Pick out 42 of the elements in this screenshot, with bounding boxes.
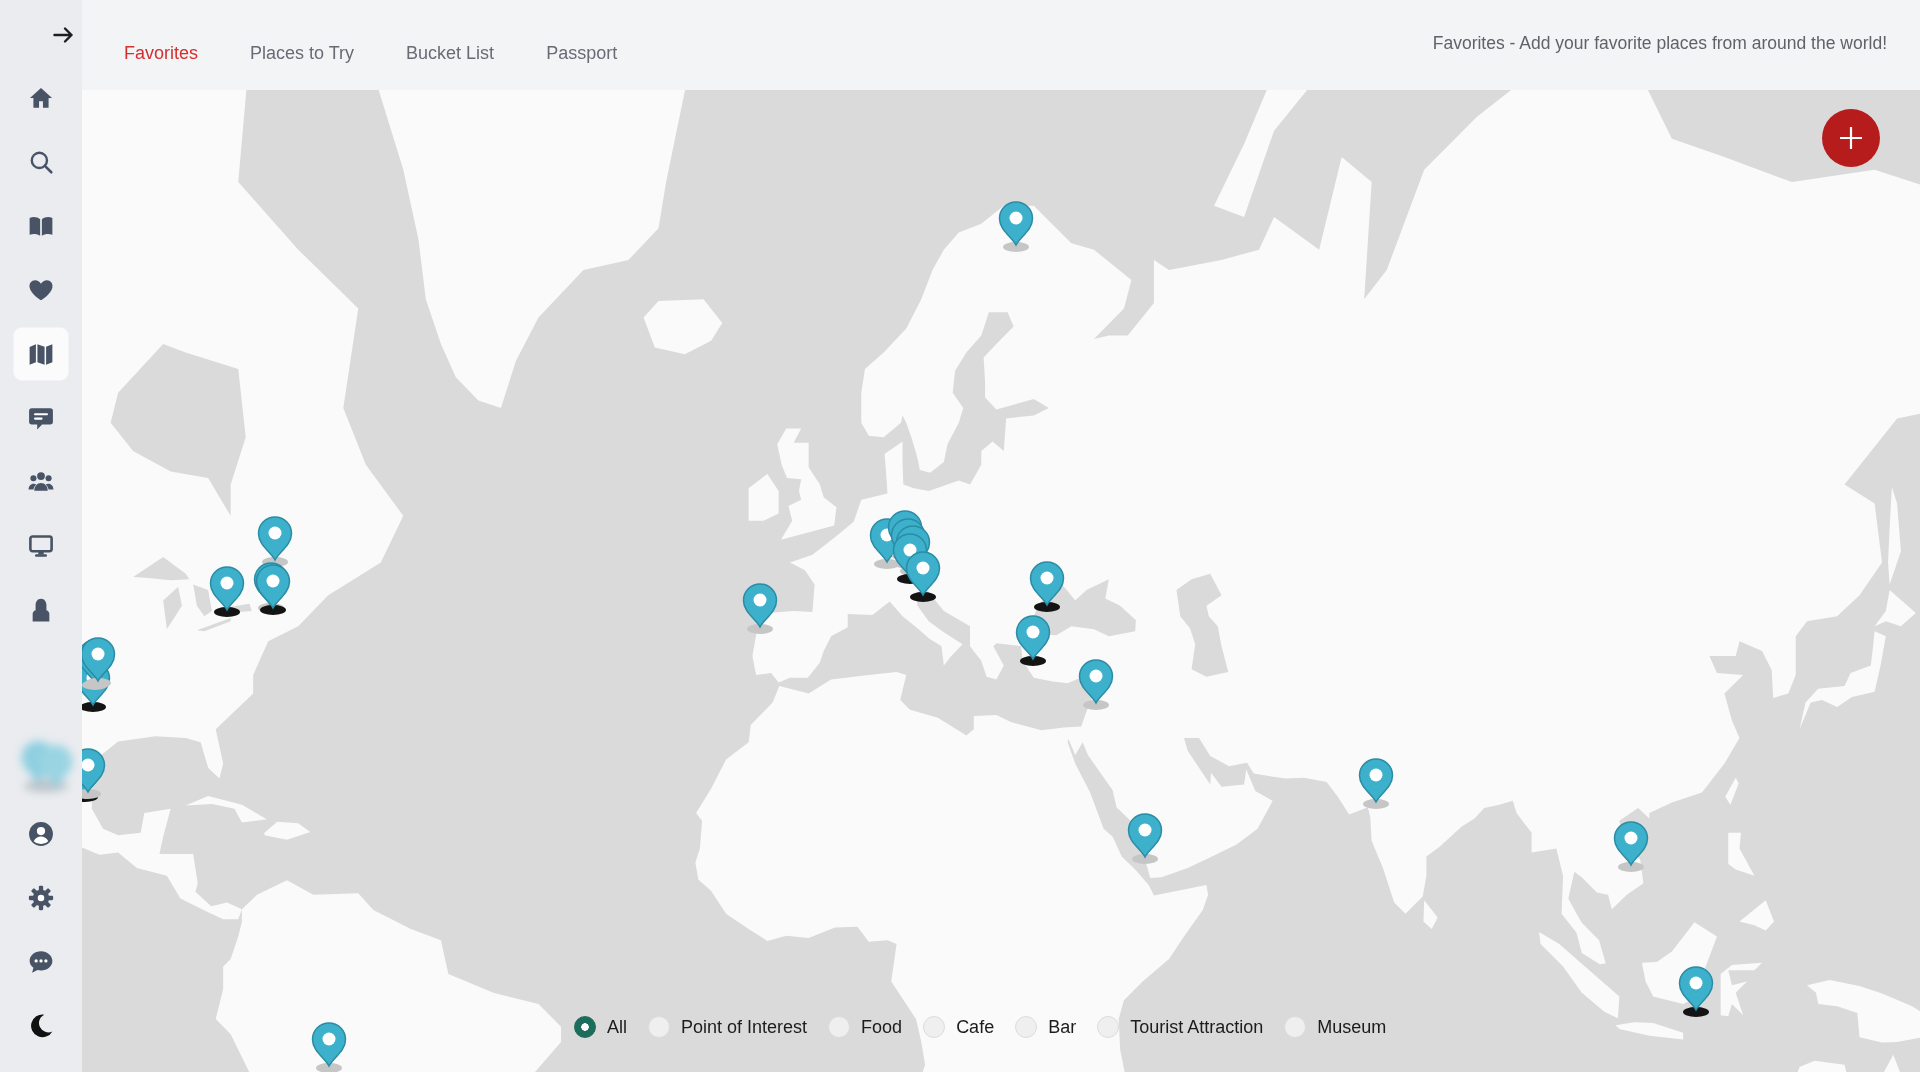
island [1423,900,1438,929]
plus-icon[interactable] [1839,126,1863,150]
tab[interactable]: Passport [546,42,618,64]
home-icon[interactable] [28,85,54,111]
lake [163,586,182,630]
heart-icon[interactable] [28,277,54,303]
page-description: Favorites - Add your favorite places from around the world! [1432,32,1887,54]
location-pin-icon[interactable] [1028,560,1066,612]
arrow-right-icon[interactable] [53,25,75,45]
monitor-icon[interactable] [28,533,54,559]
location-pin-icon[interactable] [1677,965,1715,1017]
folded-map-icon[interactable] [28,341,54,367]
filter-label[interactable]: All [607,1016,627,1038]
island [1728,832,1755,876]
filter-label[interactable]: Tourist Attraction [1130,1016,1264,1038]
island [1725,777,1739,805]
filter-label[interactable]: Food [861,1016,903,1038]
pin-cluster-icon[interactable] [82,747,107,802]
island [1615,1022,1684,1040]
location-pin-icon[interactable] [1014,614,1052,666]
island [1739,900,1775,931]
lake [133,556,190,581]
message-icon[interactable] [28,405,54,431]
settings-icon[interactable] [28,885,54,911]
filter-label[interactable]: Museum [1317,1016,1387,1038]
filter-label[interactable]: Bar [1048,1016,1077,1038]
location-pin-icon[interactable] [208,565,246,617]
pin-cluster-icon[interactable] [252,561,292,615]
sidebar-item[interactable] [14,328,68,380]
tab[interactable]: Bucket List [406,42,495,64]
user-circle-icon[interactable] [28,821,54,847]
island [1720,962,1763,1017]
island [1874,589,1916,627]
tab[interactable]: Favorites [124,42,199,64]
tab[interactable]: Places to Try [250,42,355,64]
filter-label[interactable]: Point of Interest [681,1016,808,1038]
pin-cluster-icon[interactable] [82,636,117,712]
search-icon[interactable] [28,149,54,175]
chat-icon[interactable] [28,949,54,975]
moon-icon[interactable] [28,1013,54,1039]
filter-label[interactable]: Cafe [956,1016,995,1038]
pin-cluster-icon[interactable] [868,509,942,602]
